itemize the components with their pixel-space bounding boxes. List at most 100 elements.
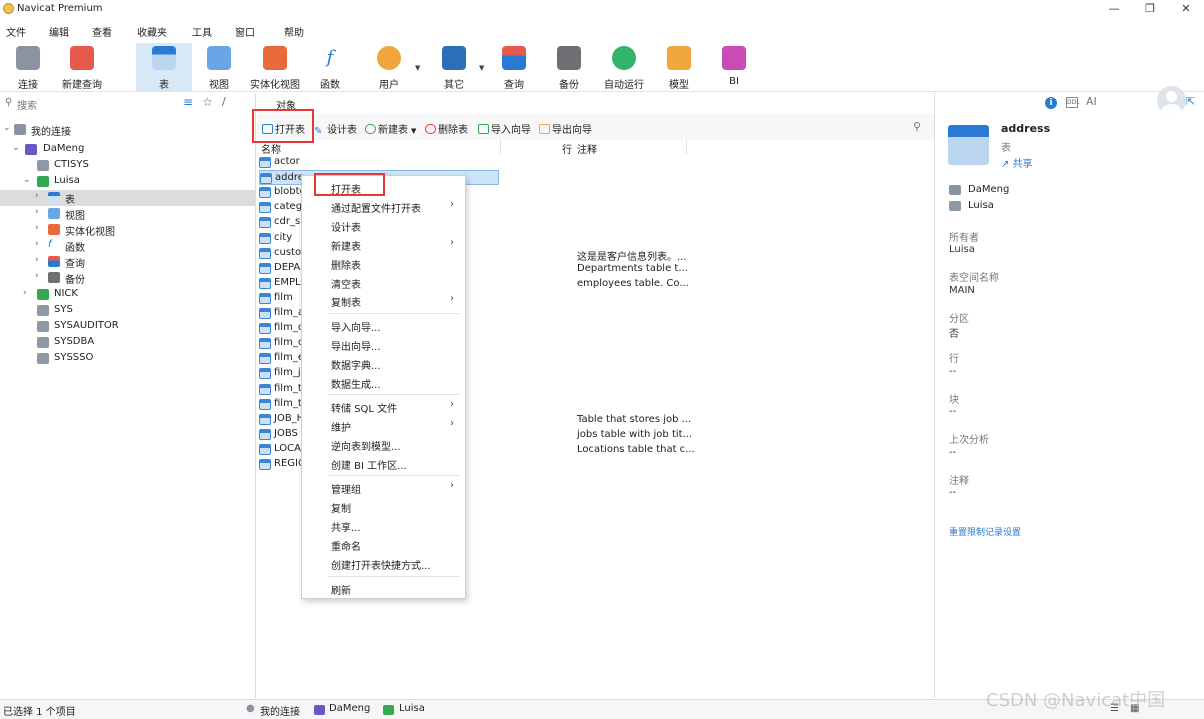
menu-item[interactable]: 复制表	[331, 294, 361, 310]
reset-limit-link[interactable]: 重置限制记录设置	[949, 525, 1021, 538]
new-table-button[interactable]: 新建表 ▼	[365, 121, 416, 136]
tree-luisa-tables[interactable]: › 表	[0, 190, 255, 206]
table-icon	[259, 428, 271, 440]
import-wizard-button[interactable]: 导入向导	[478, 121, 531, 136]
tree-luisa-queries[interactable]: › 查询	[0, 254, 255, 270]
breadcrumb-connection-root[interactable]: 我的连接	[260, 703, 300, 718]
search-icon[interactable]: ⚲	[913, 120, 921, 133]
others-dropdown-icon[interactable]: ▼	[479, 64, 484, 72]
menu-item[interactable]: 维护	[331, 419, 351, 435]
menu-item[interactable]: 通过配置文件打开表	[331, 200, 421, 216]
search-input[interactable]: 搜索	[17, 97, 37, 112]
user-button[interactable]: 用户	[361, 43, 417, 91]
delete-table-button[interactable]: 删除表	[425, 121, 468, 136]
user-dropdown-icon[interactable]: ▼	[415, 64, 420, 72]
import-wizard-label: 导入向导	[491, 125, 531, 136]
breadcrumb-connection[interactable]: DaMeng	[329, 703, 370, 714]
chevron-right-icon: ›	[450, 293, 454, 304]
info-icon[interactable]: i	[1045, 97, 1057, 109]
menu-item[interactable]: 新建表	[331, 238, 361, 254]
schema-label: Luisa	[54, 175, 80, 186]
tree-luisa-matviews[interactable]: › 实体化视图	[0, 222, 255, 238]
menu-favorites[interactable]: 收藏夹	[137, 24, 167, 39]
menu-item[interactable]: 共享...	[331, 519, 361, 535]
connect-button[interactable]: 连接	[0, 43, 56, 91]
backup-button[interactable]: 备份	[541, 43, 597, 91]
star-icon[interactable]: ☆	[202, 95, 213, 109]
ai-icon[interactable]: AI	[1086, 95, 1097, 108]
menu-item[interactable]: 设计表	[331, 219, 361, 235]
filter-icon[interactable]: ≡	[183, 95, 193, 109]
design-table-button[interactable]: ✎ 设计表	[314, 121, 357, 137]
menu-window[interactable]: 窗口	[235, 24, 255, 39]
bi-button[interactable]: BI	[706, 43, 762, 91]
tree-schema-sysdba[interactable]: SYSDBA	[0, 335, 255, 351]
menu-item[interactable]: 创建 BI 工作区...	[331, 457, 407, 473]
tree-schema-luisa[interactable]: ⌄ Luisa	[0, 174, 255, 190]
object-action-bar: 打开表 ✎ 设计表 新建表 ▼ 删除表 导入向导 导出向导 ⚲	[257, 114, 934, 140]
table-row[interactable]: actor	[259, 155, 499, 170]
maximize-icon[interactable]: ❐	[1140, 2, 1160, 18]
tree-schema-sysauditor[interactable]: SYSAUDITOR	[0, 319, 255, 335]
column-rows[interactable]: 行	[562, 141, 572, 156]
menu-item[interactable]: 数据生成...	[331, 376, 381, 392]
new-query-button[interactable]: 新建查询	[54, 43, 110, 91]
menu-item[interactable]: 刷新	[331, 582, 351, 598]
tree-schema-nick[interactable]: › NICK	[0, 287, 255, 303]
menu-edit[interactable]: 编辑	[49, 24, 69, 39]
menu-item[interactable]: 重命名	[331, 538, 361, 554]
table-icon	[259, 187, 271, 199]
menu-item[interactable]: 删除表	[331, 257, 361, 273]
menu-item[interactable]: 导入向导...	[331, 319, 381, 335]
tree-luisa-views[interactable]: › 视图	[0, 206, 255, 222]
close-icon[interactable]: ✕	[1176, 2, 1196, 18]
search-bar: ⚲ 搜索 ≡ ☆ ∕	[0, 93, 256, 115]
menu-item[interactable]: 复制	[331, 500, 351, 516]
share-link[interactable]: ↗ 共享	[1001, 155, 1033, 170]
schema-label: SYS	[54, 304, 73, 315]
query-button[interactable]: 查询	[486, 43, 542, 91]
model-button[interactable]: 模型	[651, 43, 707, 91]
menu-item[interactable]: 导出向导...	[331, 338, 381, 354]
column-comment[interactable]: 注释	[577, 141, 597, 156]
partition-value: 否	[949, 329, 959, 340]
tree-schema-ctisys[interactable]: CTISYS	[0, 158, 255, 174]
tree-luisa-functions[interactable]: › f 函数	[0, 238, 255, 254]
table-comment: Departments table t...	[577, 263, 688, 275]
collapse-icon[interactable]: ∕	[222, 95, 226, 108]
tree-schema-syssso[interactable]: SYSSSO	[0, 351, 255, 367]
view-button[interactable]: 视图	[191, 43, 247, 91]
menu-item[interactable]: 管理组	[331, 481, 361, 497]
breadcrumb-schema[interactable]: Luisa	[399, 703, 425, 714]
materialized-view-button[interactable]: 实体化视图	[247, 43, 303, 91]
menu-item[interactable]: 数据字典...	[331, 357, 381, 373]
others-label: 其它	[444, 80, 464, 91]
menu-file[interactable]: 文件	[6, 24, 26, 39]
menu-item[interactable]: 创建打开表快捷方式...	[331, 557, 431, 573]
menu-item[interactable]: 清空表	[331, 276, 361, 292]
function-button[interactable]: f 函数	[302, 43, 358, 91]
tree-schema-sys[interactable]: SYS	[0, 303, 255, 319]
menu-item[interactable]: 逆向表到模型...	[331, 438, 401, 454]
menu-view[interactable]: 查看	[92, 24, 112, 39]
table-icon	[259, 353, 271, 365]
model-label: 模型	[669, 80, 689, 91]
menu-help[interactable]: 帮助	[284, 24, 304, 39]
object-type: 表	[1001, 143, 1011, 154]
automation-button[interactable]: 自动运行	[596, 43, 652, 91]
others-button[interactable]: 其它	[426, 43, 482, 91]
ddl-icon[interactable]: DDL	[1066, 97, 1080, 108]
export-wizard-button[interactable]: 导出向导	[539, 121, 592, 136]
table-name: film_e	[274, 352, 304, 364]
menu-item[interactable]: 转储 SQL 文件	[331, 400, 397, 416]
menu-tools[interactable]: 工具	[192, 24, 212, 39]
tree-root[interactable]: ⌄ 我的连接	[0, 122, 255, 138]
table-button[interactable]: 表	[136, 43, 192, 91]
table-name: film	[274, 291, 293, 303]
tree-luisa-backups[interactable]: › 备份	[0, 270, 255, 286]
column-name[interactable]: 名称	[261, 141, 281, 156]
tree-conn-dameng[interactable]: ⌄ DaMeng	[0, 142, 255, 158]
table-name: DEPAI	[274, 261, 304, 273]
expand-icon[interactable]: ⇱	[1186, 95, 1195, 108]
minimize-icon[interactable]: —	[1104, 2, 1124, 18]
